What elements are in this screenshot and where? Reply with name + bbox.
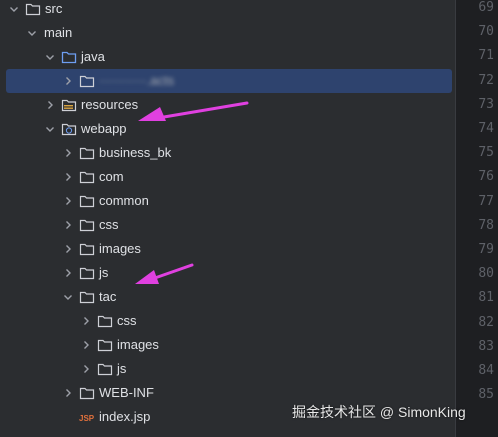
tree-item-business-bk[interactable]: business_bk	[0, 141, 455, 165]
tree-item-src[interactable]: src	[0, 0, 455, 21]
tree-item-label: resources	[81, 97, 139, 112]
tree-item-js[interactable]: js	[0, 357, 455, 381]
chevron-down-icon[interactable]	[44, 123, 56, 135]
tree-item-css[interactable]: css	[0, 213, 455, 237]
line-number: 70	[478, 24, 494, 40]
tree-item-label: com	[99, 169, 124, 184]
web-folder-icon	[61, 122, 77, 136]
chevron-right-icon[interactable]	[62, 219, 74, 231]
chevron-right-icon[interactable]	[62, 387, 74, 399]
folder-icon	[79, 218, 95, 232]
svg-text:JSP: JSP	[79, 414, 95, 423]
chevron-right-icon[interactable]	[62, 171, 74, 183]
line-number: 81	[478, 290, 494, 306]
tree-item-label: webapp	[81, 121, 127, 136]
tree-item-images[interactable]: images	[0, 333, 455, 357]
line-number: 73	[478, 96, 494, 112]
chevron-right-icon[interactable]	[44, 99, 56, 111]
watermark: 掘金技术社区 @ SimonKing	[292, 404, 466, 420]
chevron-right-icon[interactable]	[80, 315, 92, 327]
tree-item-webapp[interactable]: webapp	[0, 117, 455, 141]
tree-item-label: main	[44, 25, 73, 40]
chevron-right-icon[interactable]	[62, 195, 74, 207]
tree-item-label: images	[117, 337, 159, 352]
chevron-down-icon[interactable]	[44, 51, 56, 63]
tree-item-js[interactable]: js	[0, 261, 455, 285]
tree-item-acts[interactable]: ···········.acts	[6, 69, 452, 93]
folder-icon	[79, 146, 95, 160]
line-number: 69	[478, 0, 494, 15]
tree-item-label: images	[99, 241, 141, 256]
folder-icon	[25, 2, 41, 16]
tree-item-label: tac	[99, 289, 117, 304]
line-number: 72	[478, 72, 494, 88]
source-folder-icon	[61, 50, 77, 64]
chevron-down-icon[interactable]	[62, 291, 74, 303]
folder-icon	[79, 194, 95, 208]
tree-item-label: ···········.acts	[99, 73, 175, 88]
line-number: 79	[478, 242, 494, 257]
chevron-right-icon[interactable]	[62, 147, 74, 159]
project-tree: src main java ···········.acts resources weba…	[0, 0, 455, 437]
tree-item-label: src	[45, 1, 63, 16]
line-number: 80	[478, 266, 494, 282]
tree-item-label: common	[99, 193, 149, 208]
chevron-right-icon[interactable]	[62, 243, 74, 255]
chevron-right-icon[interactable]	[80, 363, 92, 375]
tree-item-label: java	[81, 49, 105, 64]
chevron-down-icon[interactable]	[26, 27, 38, 39]
folder-icon	[97, 314, 113, 328]
line-number: 77	[478, 193, 494, 209]
folder-icon	[97, 338, 113, 352]
line-number: 75	[478, 145, 494, 161]
line-number: 71	[478, 48, 494, 64]
tree-item-common[interactable]: common	[0, 189, 455, 213]
line-number: 78	[478, 217, 494, 233]
folder-icon	[79, 386, 95, 400]
line-number: 84	[478, 363, 494, 378]
line-number: 85	[478, 387, 494, 403]
tree-item-com[interactable]: com	[0, 165, 455, 189]
folder-icon	[79, 266, 95, 280]
tree-item-tac[interactable]: tac	[0, 285, 455, 309]
tree-item-resources[interactable]: resources	[0, 93, 455, 117]
folder-icon	[79, 290, 95, 304]
tree-item-label: js	[99, 265, 109, 280]
chevron-down-icon[interactable]	[8, 3, 20, 15]
tree-item-java[interactable]: java	[0, 45, 455, 69]
tree-item-css[interactable]: css	[0, 309, 455, 333]
tree-item-label: index.jsp	[99, 409, 151, 424]
resources-folder-icon	[61, 98, 77, 112]
editor-gutter: 69 70 71 72 73 74 75 76 77 78 79 80 81 82 83 84 85	[455, 0, 498, 437]
tree-item-label: css	[99, 217, 119, 232]
folder-icon	[79, 242, 95, 256]
tree-item-label: js	[117, 361, 127, 376]
folder-icon	[79, 170, 95, 184]
package-icon	[79, 74, 95, 88]
folder-icon	[97, 362, 113, 376]
chevron-right-icon[interactable]	[80, 339, 92, 351]
tree-item-label: business_bk	[99, 145, 172, 160]
chevron-right-icon[interactable]	[62, 75, 74, 87]
line-number: 74	[478, 121, 494, 136]
tree-item-images[interactable]: images	[0, 237, 455, 261]
line-number: 82	[478, 314, 494, 330]
line-number: 83	[478, 338, 494, 354]
tree-item-label: css	[117, 313, 137, 328]
tree-item-main[interactable]: main	[0, 21, 455, 45]
jsp-file-icon: JSP	[79, 410, 95, 424]
chevron-right-icon[interactable]	[62, 267, 74, 279]
tree-item-label: WEB-INF	[99, 385, 154, 400]
line-number: 76	[478, 169, 494, 185]
